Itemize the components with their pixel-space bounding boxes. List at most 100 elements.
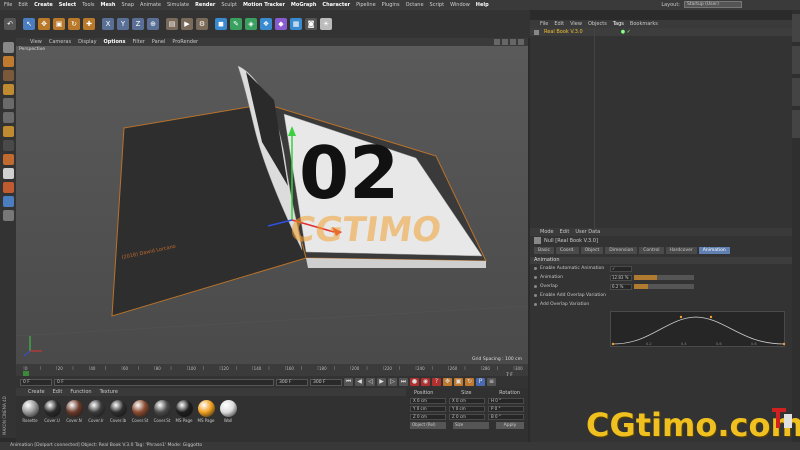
material-menu-function[interactable]: Function — [70, 389, 91, 395]
menu-plugins[interactable]: Plugins — [382, 2, 400, 8]
tab-coord[interactable]: Coord. — [555, 247, 579, 254]
attribute-menu-user-data[interactable]: User Data — [575, 229, 600, 235]
property-value[interactable]: 6.2 % — [610, 283, 632, 290]
timeline-menu-icon[interactable]: ≡ — [487, 378, 496, 386]
menu-mograph[interactable]: MoGraph — [291, 2, 317, 8]
grid-icon[interactable] — [2, 210, 14, 221]
material-item[interactable]: Rosette — [20, 400, 40, 423]
menu-render[interactable]: Render — [195, 2, 215, 8]
lock-workplane-icon[interactable] — [2, 182, 14, 193]
menu-motion-tracker[interactable]: Motion Tracker — [243, 2, 285, 8]
tab-control[interactable]: Control — [639, 247, 664, 254]
soft-selection-icon[interactable] — [2, 168, 14, 179]
viewport-menu-cameras[interactable]: Cameras — [49, 39, 71, 45]
select-icon[interactable]: ↖ — [23, 18, 35, 30]
texture-mode-icon[interactable] — [2, 70, 14, 81]
menu-sculpt[interactable]: Sculpt — [221, 2, 237, 8]
planar-workplane-icon[interactable] — [2, 196, 14, 207]
floor-icon[interactable]: ▦ — [290, 18, 302, 30]
render-settings-icon[interactable]: ⚙ — [196, 18, 208, 30]
menu-pipeline[interactable]: Pipeline — [356, 2, 376, 8]
viewport-menu-options[interactable]: Options — [104, 39, 126, 45]
size-mode-dropdown[interactable]: Size — [453, 422, 489, 429]
objects-side-tab[interactable] — [792, 14, 800, 42]
record-icon[interactable]: ● — [410, 378, 419, 386]
menu-help[interactable]: Help — [476, 2, 489, 8]
tab-hardcover[interactable]: Hardcover — [665, 247, 697, 254]
object-menu-file[interactable]: File — [540, 21, 548, 27]
tab-basic[interactable]: Basic — [534, 247, 554, 254]
property-value[interactable]: ✓ — [610, 265, 632, 272]
structure-side-tab[interactable] — [792, 78, 800, 106]
range-slider[interactable]: 0 F — [54, 378, 274, 386]
max-frame-field[interactable]: 300 F — [310, 378, 342, 386]
viewport-menu-view[interactable]: View — [30, 39, 42, 45]
polygons-mode-icon[interactable] — [2, 126, 14, 137]
object-menu-objects[interactable]: Objects — [588, 21, 607, 27]
menu-character[interactable]: Character — [322, 2, 350, 8]
attribute-menu-edit[interactable]: Edit — [560, 229, 570, 235]
subdivision-icon[interactable]: ◈ — [245, 18, 257, 30]
attribute-menu-mode[interactable]: Mode — [540, 229, 554, 235]
play-icon[interactable]: ▶ — [377, 378, 386, 386]
animate-dot-icon[interactable] — [534, 267, 537, 270]
edges-mode-icon[interactable] — [2, 112, 14, 123]
visibility-check-icon[interactable]: ● ✓ — [621, 29, 631, 35]
autokey-icon[interactable]: ◉ — [421, 378, 430, 386]
material-item[interactable]: MS Page — [174, 400, 194, 423]
coord-field[interactable]: Z 0 cm — [410, 414, 446, 420]
menu-script[interactable]: Script — [430, 2, 445, 8]
material-item[interactable]: Cover.St — [152, 400, 172, 423]
apply-button[interactable]: Apply — [496, 422, 524, 429]
coord-field[interactable]: B 0 ° — [488, 414, 524, 420]
x-axis-icon[interactable]: X — [102, 18, 114, 30]
material-item[interactable]: Cover.Ir — [86, 400, 106, 423]
recent-tools-icon[interactable]: ✚ — [83, 18, 95, 30]
coord-field[interactable]: Z 0 cm — [449, 414, 485, 420]
animate-dot-icon[interactable] — [534, 276, 537, 279]
next-key-icon[interactable]: ▷ — [388, 378, 397, 386]
coord-field[interactable]: X 0 cm — [449, 398, 485, 404]
layers-side-tab[interactable] — [792, 110, 800, 138]
play-backward-icon[interactable]: ◁ — [366, 378, 375, 386]
object-row[interactable]: Real Book V.3.0 ● ✓ — [530, 28, 792, 36]
tab-animation[interactable]: Animation — [698, 247, 730, 254]
object-menu-edit[interactable]: Edit — [554, 21, 564, 27]
axis-mode-icon[interactable] — [2, 140, 14, 151]
end-frame-field[interactable]: 300 F — [276, 378, 308, 386]
render-picture-icon[interactable]: ▶ — [181, 18, 193, 30]
material-item[interactable]: Cover.U — [42, 400, 62, 423]
coord-mode-dropdown[interactable]: Object (Rel) — [410, 422, 446, 429]
layout-selector[interactable]: Layout: Startup (User) — [661, 1, 742, 8]
move-icon[interactable]: ✥ — [38, 18, 50, 30]
array-icon[interactable]: ❖ — [260, 18, 272, 30]
animate-dot-icon[interactable] — [534, 303, 537, 306]
z-axis-icon[interactable]: Z — [132, 18, 144, 30]
prev-key-icon[interactable]: ◀ — [355, 378, 364, 386]
3d-viewport[interactable]: Perspective 02 (2018) Dawid Lorcano CGTI… — [16, 46, 528, 364]
points-mode-icon[interactable] — [2, 98, 14, 109]
content-browser-side-tab[interactable] — [792, 46, 800, 74]
viewport-menu-filter[interactable]: Filter — [132, 39, 144, 45]
coord-field[interactable]: Y 0 cm — [449, 406, 485, 412]
coord-field[interactable]: P 0 ° — [488, 406, 524, 412]
rotate-key-icon[interactable]: ↻ — [465, 378, 474, 386]
cube-icon[interactable]: ◼ — [215, 18, 227, 30]
material-item[interactable]: Wall — [218, 400, 238, 423]
menu-animate[interactable]: Animate — [140, 2, 161, 8]
menu-select[interactable]: Select — [59, 2, 76, 8]
goto-start-icon[interactable]: ⏮ — [344, 378, 353, 386]
animate-dot-icon[interactable] — [534, 294, 537, 297]
move-key-icon[interactable]: ✥ — [443, 378, 452, 386]
animate-dot-icon[interactable] — [534, 285, 537, 288]
y-axis-icon[interactable]: Y — [117, 18, 129, 30]
viewport-menu-display[interactable]: Display — [78, 39, 96, 45]
overlap-curve-editor[interactable]: 0.2 0.4 0.6 0.8 — [610, 311, 786, 347]
material-menu-create[interactable]: Create — [28, 389, 45, 395]
param-key-icon[interactable]: P — [476, 378, 485, 386]
rotate-icon[interactable]: ↻ — [68, 18, 80, 30]
viewport-menu-prorender[interactable]: ProRender — [172, 39, 198, 45]
property-slider[interactable] — [634, 284, 694, 289]
coord-field[interactable]: X 0 cm — [410, 398, 446, 404]
undo-icon[interactable]: ↶ — [4, 18, 16, 30]
